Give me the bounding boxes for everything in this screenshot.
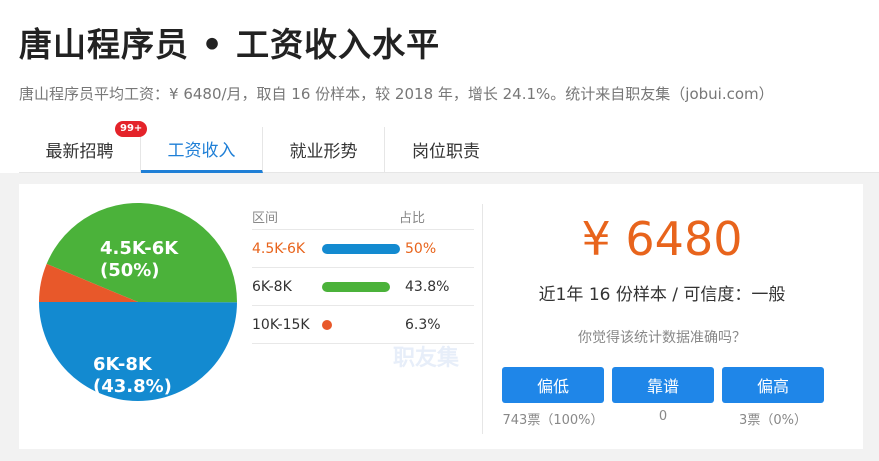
vote-accurate-button[interactable]: 靠谱 (612, 367, 714, 403)
range-cell: 4.5K-6K (252, 240, 306, 257)
vote-accurate-count: 0 (658, 409, 668, 424)
average-salary: ¥ 6480 (581, 212, 743, 266)
pie-label-4-5k-6k: 4.5K-6K (50%) (100, 238, 179, 281)
salary-range-table: 区间 占比 4.5K-6K 50% 6K-8K 43.8% 10K-15K 6.… (252, 204, 474, 344)
range-cell: 6K-8K (252, 278, 292, 295)
table-row[interactable]: 10K-15K 6.3% (252, 306, 474, 344)
share-cell: 6.3% (405, 316, 441, 333)
salary-pie-chart: 4.5K-6K (50%) 6K-8K (43.8%) (38, 202, 238, 402)
vertical-divider (482, 204, 483, 434)
table-header: 区间 占比 (252, 204, 474, 230)
vote-high-button[interactable]: 偏高 (722, 367, 824, 403)
tab-employment[interactable]: 就业形势 (263, 127, 385, 172)
pie-label-6k-8k: 6K-8K (43.8%) (93, 354, 172, 397)
tab-latest-jobs[interactable]: 最新招聘 99+ (19, 121, 148, 172)
tab-duties[interactable]: 岗位职责 (385, 127, 507, 172)
page-subtitle: 唐山程序员平均工资：¥ 6480/月，取自 16 份样本，较 2018 年，增长… (19, 85, 774, 103)
tab-label: 工资收入 (167, 141, 236, 161)
share-bar (322, 319, 332, 330)
table-row[interactable]: 6K-8K 43.8% (252, 268, 474, 306)
accuracy-question: 你觉得该统计数据准确吗？ (578, 330, 746, 346)
table-row[interactable]: 4.5K-6K 50% (252, 230, 474, 268)
column-header-share: 占比 (399, 211, 426, 226)
tab-label: 岗位职责 (412, 142, 480, 162)
tab-label: 就业形势 (289, 142, 358, 162)
sample-info: 近1年 16 份样本 / 可信度：一般 (538, 285, 786, 305)
share-cell: 50% (405, 240, 437, 257)
vote-low-count: 743票（100%） (502, 413, 604, 428)
share-cell: 43.8% (405, 278, 450, 295)
watermark: 职友集 (393, 346, 460, 371)
share-bar (322, 281, 391, 292)
column-header-range: 区间 (252, 211, 279, 226)
share-bar (322, 243, 400, 254)
vote-low-button[interactable]: 偏低 (502, 367, 604, 403)
page-title: 唐山程序员 • 工资收入水平 (19, 25, 441, 64)
tab-label: 最新招聘 (45, 142, 114, 162)
salary-panel: 4.5K-6K (50%) 6K-8K (43.8%) 区间 占比 4.5K-6… (19, 184, 863, 449)
vote-high-count: 3票（0%） (739, 413, 807, 428)
tab-bar: 最新招聘 99+ 工资收入 就业形势 岗位职责 (19, 121, 879, 173)
range-cell: 10K-15K (252, 316, 310, 333)
tab-salary[interactable]: 工资收入 (141, 127, 263, 173)
